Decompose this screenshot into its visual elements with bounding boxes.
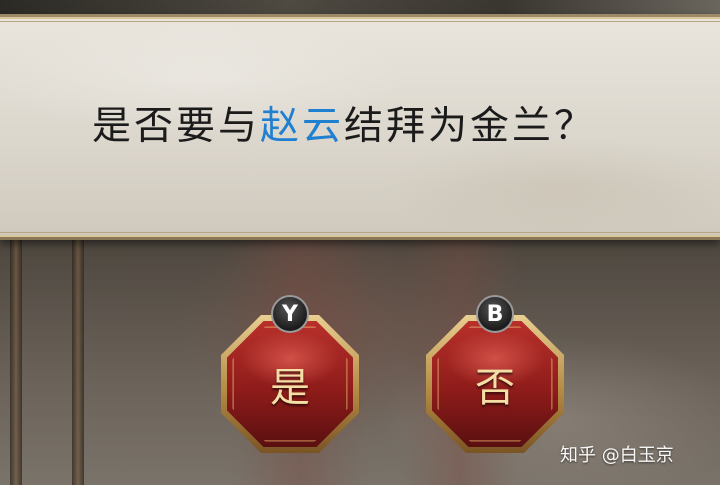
yes-button[interactable]: 是 Y — [221, 295, 359, 453]
question-text-after: 结拜为金兰？ — [344, 104, 597, 149]
dialog-question: 是否要与赵云结拜为金兰？ — [92, 103, 702, 151]
character-name-highlight: 赵云 — [260, 104, 345, 149]
y-button-icon: Y — [271, 295, 309, 333]
question-text-before: 是否要与 — [92, 104, 261, 149]
no-label: 否 — [475, 365, 515, 411]
no-button[interactable]: 否 B — [426, 295, 564, 453]
yes-label: 是 — [270, 365, 310, 411]
dialog-banner: 是否要与赵云结拜为金兰？ — [0, 14, 720, 240]
background-pillar — [72, 235, 84, 485]
background-pillar — [10, 235, 22, 485]
watermark: 知乎 @白玉京 — [560, 445, 674, 466]
b-button-icon: B — [476, 295, 514, 333]
